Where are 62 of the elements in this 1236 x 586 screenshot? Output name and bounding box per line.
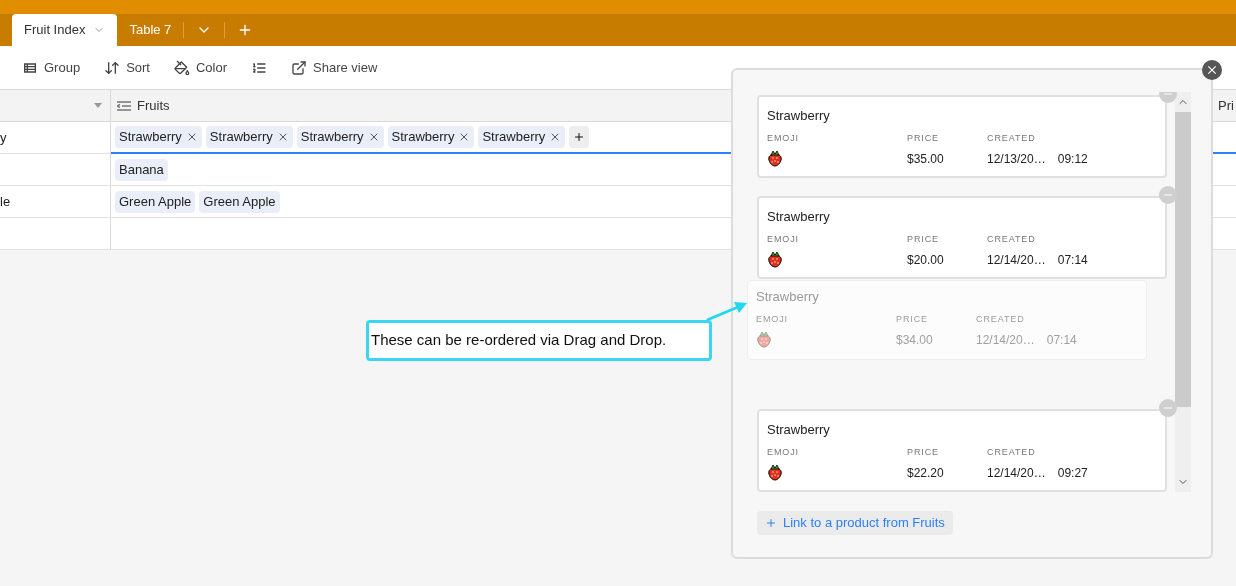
record-card[interactable]: Strawberry EMOJI PRICE CREATED $20.00 12/14/20… 07:14 [757,196,1167,279]
column-title: Pri [1218,96,1235,115]
linked-record-chip[interactable]: Strawberry [205,126,293,148]
table-cell: le [0,186,110,218]
date-value: 12/14/20… [976,331,1035,349]
strawberry-icon [767,463,783,481]
column-title: Fruits [137,96,170,115]
field-label: CREATED [976,313,1026,326]
time-value: 07:14 [1046,331,1077,349]
strawberry-icon [756,330,772,348]
record-title: Strawberry [756,289,820,305]
linked-record-chip[interactable]: Strawberry [115,126,202,148]
add-record-button[interactable] [569,126,590,148]
strawberry-icon [767,149,783,167]
table-cell: y [0,122,110,154]
annotation-callout: These can be re-ordered via Drag and Drop. [366,320,712,361]
strawberry-icon [767,250,783,268]
caret-icon [94,103,102,108]
sort-icon [104,59,121,76]
record-card[interactable]: Strawberry EMOJI PRICE CREATED $22.20 12/14/20… 09:27 [757,409,1167,492]
close-icon [1205,63,1219,77]
linked-field-icon [117,100,131,111]
toolbar-button[interactable]: Color [174,57,228,78]
field-label: PRICE [896,313,929,326]
price-value: $22.20 [907,464,945,482]
field-label: EMOJI [767,132,800,145]
field-label: EMOJI [756,313,789,326]
toolbar-button[interactable]: Group [22,57,81,78]
annotation-arrow [706,300,748,322]
date-value: 12/14/20… [987,464,1046,482]
toolbar-button[interactable]: Sort [104,57,150,78]
linked-record-chip[interactable]: Green Apple [115,190,196,213]
price-value: $34.00 [896,331,934,349]
plus-icon [765,517,777,529]
remove-record-icon[interactable] [1159,186,1177,204]
record-title: Strawberry [767,422,831,438]
linked-record-chip[interactable]: Strawberry [387,126,475,148]
field-label: PRICE [907,446,940,459]
remove-record-icon[interactable] [1159,399,1177,417]
table-tab[interactable]: Fruit Index [12,14,118,46]
field-label: CREATED [987,233,1037,246]
plus-icon [573,131,586,143]
price-value: $20.00 [907,251,945,269]
field-label: CREATED [987,132,1037,145]
share-icon [291,59,308,76]
record-card[interactable]: Strawberry EMOJI PRICE CREATED $35.00 12/13/20… 09:12 [757,95,1167,178]
toolbar-button[interactable]: Share view [291,57,378,78]
field-label: PRICE [907,233,940,246]
record-title: Strawberry [767,108,831,124]
linked-record-chip[interactable]: Banana [115,158,168,181]
time-value: 09:27 [1057,464,1088,482]
field-label: PRICE [907,132,940,145]
paint-bucket-icon [174,59,190,76]
field-label: EMOJI [767,446,800,459]
linked-record-chip[interactable]: Strawberry [478,126,566,148]
linked-record-chip[interactable]: Green Apple [199,190,280,213]
date-value: 12/14/20… [987,251,1046,269]
linked-record-chip[interactable]: Strawberry [296,126,384,148]
field-label: CREATED [987,446,1037,459]
time-value: 07:14 [1057,251,1088,269]
field-label: EMOJI [767,233,800,246]
scrollbar[interactable] [1175,92,1191,492]
